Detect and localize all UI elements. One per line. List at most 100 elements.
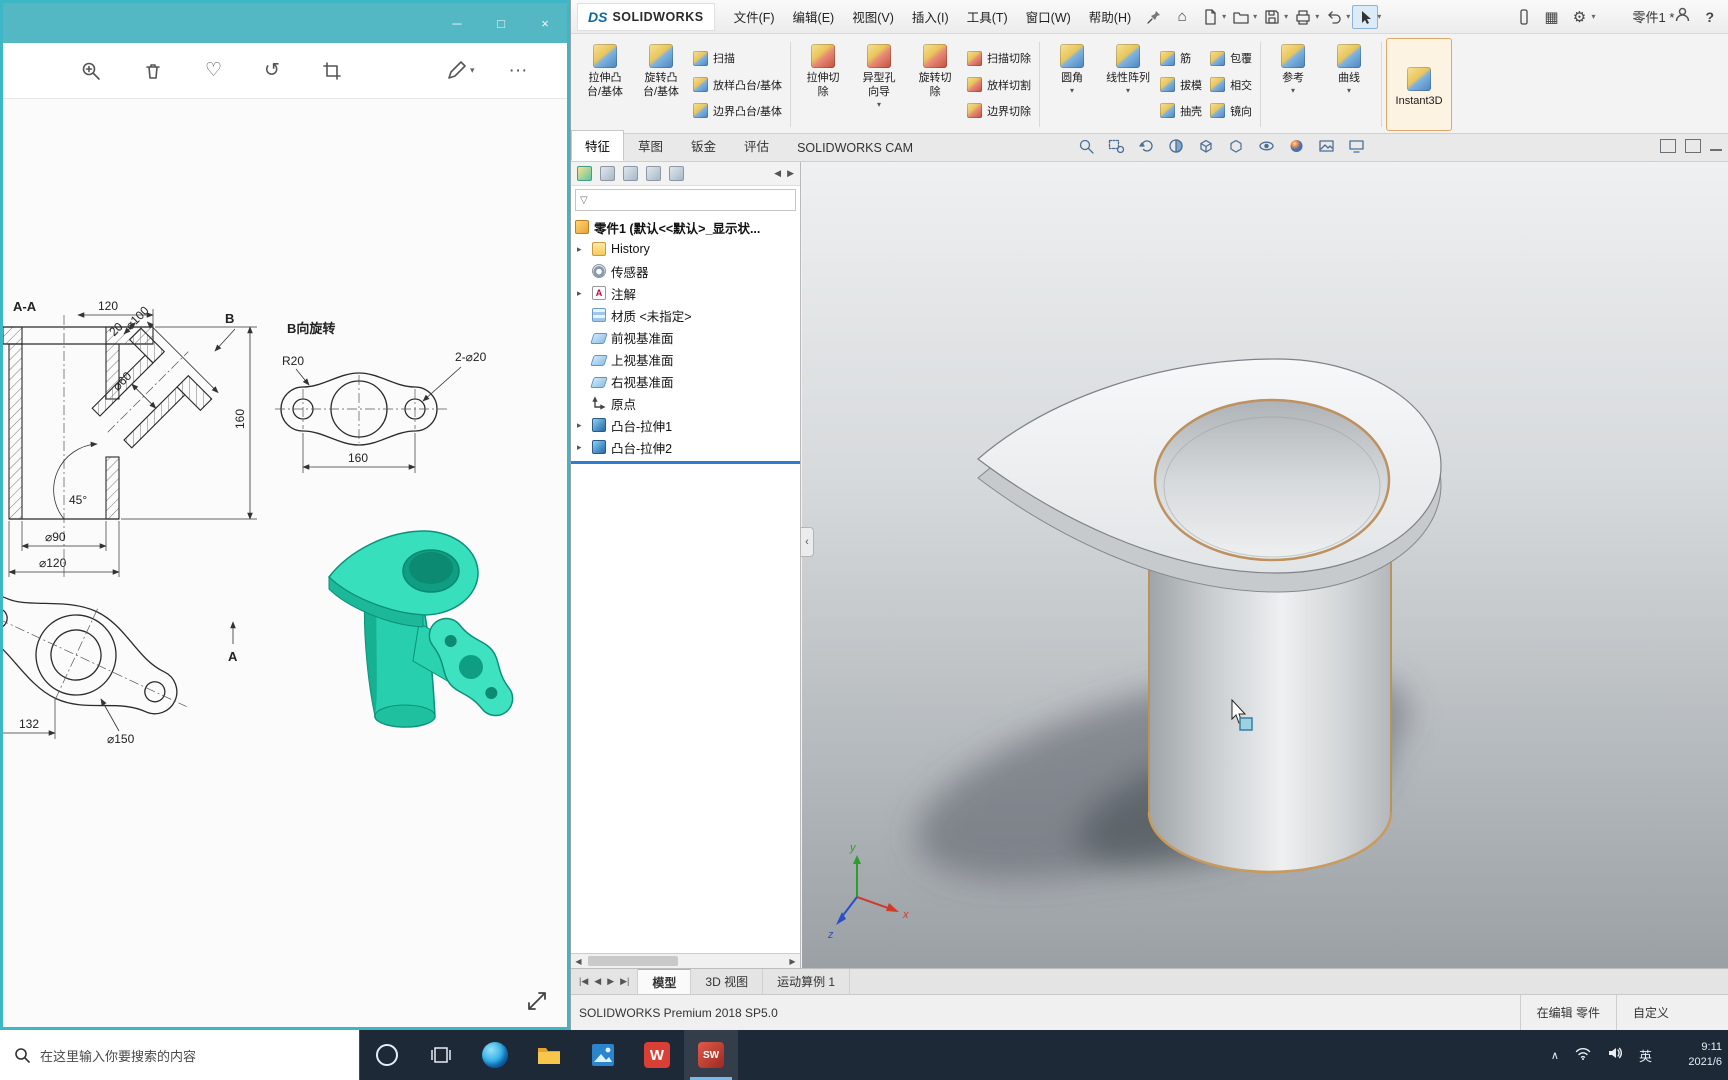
- tree-item-origin[interactable]: 原点: [571, 392, 800, 414]
- boundary-boss-button[interactable]: 边界凸台/基体: [693, 103, 782, 119]
- first-tab-icon[interactable]: |◀: [577, 976, 590, 987]
- save-dropdown-icon[interactable]: ▾: [1284, 12, 1288, 21]
- touch-mode-icon[interactable]: [1511, 5, 1537, 29]
- zoom-fit-icon[interactable]: [1076, 137, 1096, 155]
- apply-scene-icon[interactable]: [1316, 137, 1336, 155]
- taskbar-clock[interactable]: 9:11 2021/6: [1668, 1040, 1722, 1070]
- open-dropdown-icon[interactable]: ▾: [1253, 12, 1257, 21]
- tree-item-boss-extrude2[interactable]: ▸ 凸台-拉伸2: [571, 436, 800, 458]
- home-icon[interactable]: ⌂: [1169, 5, 1195, 29]
- new-document-icon[interactable]: [1197, 5, 1223, 29]
- curves-dropdown-icon[interactable]: ▾: [1347, 86, 1351, 96]
- menu-insert[interactable]: 插入(I): [903, 1, 958, 32]
- edit-dropdown-icon[interactable]: ▾: [470, 65, 475, 76]
- tree-item-top-plane[interactable]: 上视基准面: [571, 348, 800, 370]
- fillet-dropdown-icon[interactable]: ▾: [1070, 86, 1074, 96]
- hole-wizard-button[interactable]: 异型孔 向导 ▾: [851, 38, 907, 131]
- wrap-button[interactable]: 包覆: [1210, 50, 1252, 66]
- new-dropdown-icon[interactable]: ▾: [1222, 12, 1226, 21]
- network-icon[interactable]: [1575, 1045, 1591, 1066]
- minimize-button[interactable]: ─: [435, 3, 479, 43]
- menu-help[interactable]: 帮助(H): [1080, 1, 1140, 32]
- panel-collapse-handle[interactable]: ‹: [801, 527, 814, 557]
- user-account-icon[interactable]: [1674, 6, 1691, 28]
- menu-edit[interactable]: 编辑(E): [784, 1, 844, 32]
- previous-view-icon[interactable]: [1136, 137, 1156, 155]
- settings-dropdown-icon[interactable]: ▾: [1592, 12, 1596, 21]
- mirror-button[interactable]: 镜向: [1210, 103, 1252, 119]
- solidworks-taskbar-button[interactable]: SW: [684, 1030, 738, 1080]
- prev-tab-icon[interactable]: ◀: [592, 976, 603, 987]
- print-dropdown-icon[interactable]: ▾: [1315, 12, 1319, 21]
- tree-item-right-plane[interactable]: 右视基准面: [571, 370, 800, 392]
- reference-dropdown-icon[interactable]: ▾: [1291, 86, 1295, 96]
- tab-model[interactable]: 模型: [638, 969, 692, 994]
- tree-item-material[interactable]: 材质 <未指定>: [571, 304, 800, 326]
- save-icon[interactable]: [1259, 5, 1285, 29]
- swept-cut-button[interactable]: 扫描切除: [967, 50, 1031, 66]
- menu-file[interactable]: 文件(F): [725, 1, 784, 32]
- file-explorer-button[interactable]: [522, 1030, 576, 1080]
- zoom-in-icon[interactable]: [81, 60, 101, 82]
- tab-motion-study[interactable]: 运动算例 1: [763, 969, 851, 994]
- undo-icon[interactable]: [1321, 5, 1347, 29]
- menu-window[interactable]: 窗口(W): [1017, 1, 1080, 32]
- instant3d-button[interactable]: Instant3D: [1386, 38, 1453, 131]
- photos-app-button[interactable]: [576, 1030, 630, 1080]
- zoom-area-icon[interactable]: [1106, 137, 1126, 155]
- close-button[interactable]: ×: [523, 3, 567, 43]
- tab-solidworks-cam[interactable]: SOLIDWORKS CAM: [783, 135, 927, 161]
- expander-icon[interactable]: ▸: [577, 420, 587, 431]
- graphics-viewport[interactable]: y x z: [802, 162, 1728, 968]
- tree-root-item[interactable]: 零件1 (默认<<默认>_显示状...: [571, 216, 800, 238]
- print-icon[interactable]: [1290, 5, 1316, 29]
- edit-appearance-icon[interactable]: [1286, 137, 1306, 155]
- crop-icon[interactable]: [322, 60, 342, 82]
- edge-button[interactable]: [468, 1030, 522, 1080]
- scroll-left-icon[interactable]: ◀: [571, 957, 586, 966]
- delete-icon[interactable]: [143, 60, 163, 82]
- more-options-icon[interactable]: ···: [509, 60, 528, 82]
- scrollbar-thumb[interactable]: [588, 956, 678, 966]
- lofted-boss-button[interactable]: 放样凸台/基体: [693, 77, 782, 93]
- favorite-icon[interactable]: ♡: [205, 60, 222, 82]
- menu-tools[interactable]: 工具(T): [958, 1, 1017, 32]
- revolve-cut-button[interactable]: 旋转切 除: [907, 38, 963, 131]
- tree-filter-input[interactable]: [591, 193, 791, 207]
- rotate-icon[interactable]: ↺: [264, 60, 280, 82]
- hide-show-icon[interactable]: [1256, 137, 1276, 155]
- fillet-button[interactable]: 圆角 ▾: [1044, 38, 1100, 131]
- lofted-cut-button[interactable]: 放样切割: [967, 77, 1031, 93]
- swept-boss-button[interactable]: 扫描: [693, 50, 782, 66]
- options-grid-icon[interactable]: ▦: [1539, 5, 1565, 29]
- task-view-button[interactable]: [414, 1030, 468, 1080]
- hole-wizard-dropdown-icon[interactable]: ▾: [877, 100, 881, 110]
- tree-item-history[interactable]: ▸ History: [571, 238, 800, 260]
- taskbar-search[interactable]: 在这里输入你要搜索的内容: [0, 1030, 360, 1080]
- open-icon[interactable]: [1228, 5, 1254, 29]
- cortana-button[interactable]: [360, 1030, 414, 1080]
- tray-expand-icon[interactable]: ∧: [1551, 1049, 1559, 1062]
- extrude-cut-button[interactable]: 拉伸切 除: [795, 38, 851, 131]
- minimize-pane-icon[interactable]: [1710, 149, 1722, 151]
- expander-icon[interactable]: ▸: [577, 288, 587, 299]
- rollback-bar[interactable]: [571, 461, 800, 464]
- tab-scroll-left-icon[interactable]: ◀: [774, 168, 781, 179]
- tree-item-annotations[interactable]: ▸ A 注解: [571, 282, 800, 304]
- tab-evaluate[interactable]: 评估: [730, 130, 783, 161]
- curves-button[interactable]: 曲线 ▾: [1321, 38, 1377, 131]
- display-style-icon[interactable]: [1226, 137, 1246, 155]
- tab-features[interactable]: 特征: [571, 130, 625, 161]
- revolve-boss-button[interactable]: 旋转凸 台/基体: [633, 38, 689, 131]
- intersect-button[interactable]: 相交: [1210, 77, 1252, 93]
- tree-item-sensors[interactable]: 传感器: [571, 260, 800, 282]
- propertymanager-tab-icon[interactable]: [600, 166, 615, 181]
- pin-menu-icon[interactable]: [1141, 5, 1167, 29]
- fullscreen-expand-icon[interactable]: [525, 989, 551, 1015]
- maximize-button[interactable]: □: [479, 3, 523, 43]
- tab-scroll-right-icon[interactable]: ▶: [787, 168, 794, 179]
- customize-label[interactable]: 自定义: [1616, 995, 1728, 1030]
- boundary-cut-button[interactable]: 边界切除: [967, 103, 1031, 119]
- next-tab-icon[interactable]: ▶: [605, 976, 616, 987]
- split-pane-right-icon[interactable]: [1685, 139, 1701, 153]
